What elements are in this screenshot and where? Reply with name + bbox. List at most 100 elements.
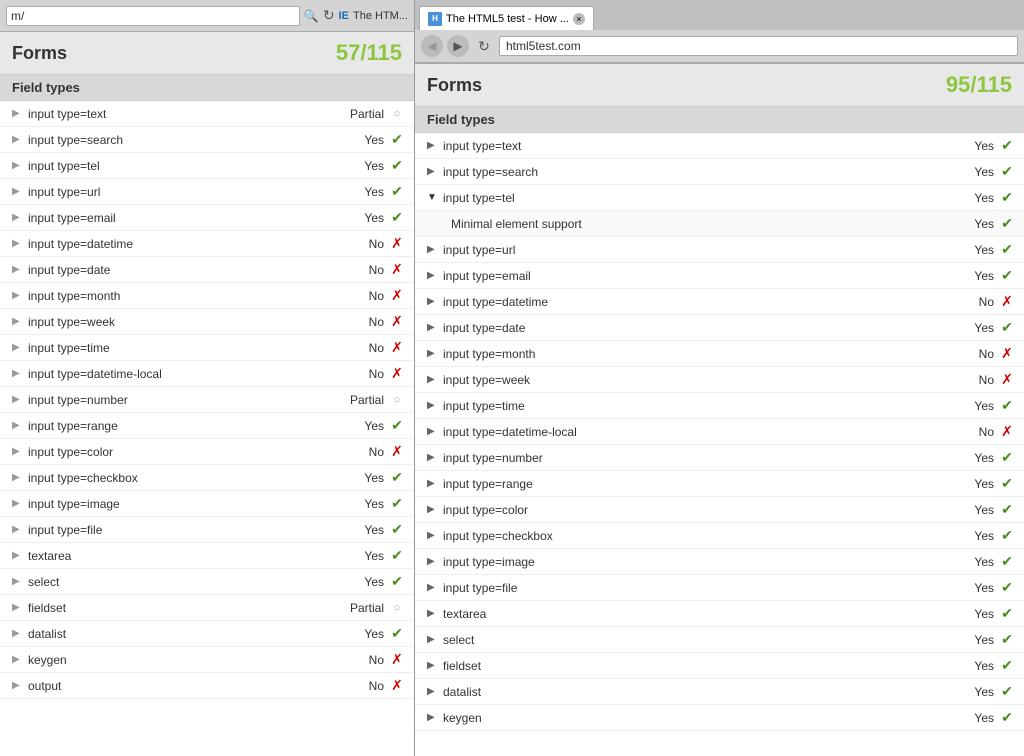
- right-field-row[interactable]: ▶input type=emailYes✔: [415, 263, 1024, 289]
- expand-arrow-icon[interactable]: ▶: [12, 394, 24, 405]
- expand-arrow-icon[interactable]: ▶: [12, 316, 24, 327]
- left-field-row[interactable]: ▶input type=imageYes✔: [0, 491, 414, 517]
- right-field-row[interactable]: ▶input type=urlYes✔: [415, 237, 1024, 263]
- expand-arrow-icon[interactable]: ▶: [427, 478, 439, 489]
- expand-arrow-icon[interactable]: ▶: [427, 530, 439, 541]
- expand-arrow-icon[interactable]: ▶: [427, 426, 439, 437]
- left-field-row[interactable]: ▶fieldsetPartial○: [0, 595, 414, 621]
- right-field-row[interactable]: ▶input type=imageYes✔: [415, 549, 1024, 575]
- expand-arrow-icon[interactable]: ▶: [12, 212, 24, 223]
- expand-arrow-icon[interactable]: ▶: [427, 374, 439, 385]
- expand-arrow-icon[interactable]: ▶: [12, 264, 24, 275]
- right-field-row[interactable]: ▶input type=colorYes✔: [415, 497, 1024, 523]
- left-field-row[interactable]: ▶input type=monthNo✗: [0, 283, 414, 309]
- left-field-row[interactable]: ▶input type=fileYes✔: [0, 517, 414, 543]
- right-field-row[interactable]: ▶keygenYes✔: [415, 705, 1024, 731]
- expand-arrow-icon[interactable]: ▶: [427, 556, 439, 567]
- expand-arrow-icon[interactable]: ▶: [12, 108, 24, 119]
- right-field-row[interactable]: ▶input type=datetimeNo✗: [415, 289, 1024, 315]
- expand-arrow-icon[interactable]: ▶: [12, 654, 24, 665]
- left-field-row[interactable]: ▶textareaYes✔: [0, 543, 414, 569]
- right-field-row[interactable]: ▶input type=monthNo✗: [415, 341, 1024, 367]
- left-field-row[interactable]: ▶input type=dateNo✗: [0, 257, 414, 283]
- expand-arrow-icon[interactable]: ▶: [12, 576, 24, 587]
- field-status-label: No: [369, 289, 384, 303]
- right-field-row[interactable]: ▶selectYes✔: [415, 627, 1024, 653]
- tab-close-button[interactable]: ×: [573, 13, 585, 25]
- expand-arrow-icon[interactable]: ▶: [12, 420, 24, 431]
- back-button[interactable]: ◀: [421, 35, 443, 57]
- expand-arrow-icon[interactable]: ▶: [427, 244, 439, 255]
- left-field-row[interactable]: ▶input type=emailYes✔: [0, 205, 414, 231]
- expand-arrow-icon[interactable]: ▶: [12, 550, 24, 561]
- refresh-button[interactable]: ↻: [473, 35, 495, 57]
- right-field-row[interactable]: ▶input type=checkboxYes✔: [415, 523, 1024, 549]
- expand-arrow-icon[interactable]: ▶: [12, 160, 24, 171]
- left-field-row[interactable]: ▶input type=numberPartial○: [0, 387, 414, 413]
- left-field-row[interactable]: ▶input type=textPartial○: [0, 101, 414, 127]
- left-field-row[interactable]: ▶input type=datetimeNo✗: [0, 231, 414, 257]
- right-field-row[interactable]: ▶input type=dateYes✔: [415, 315, 1024, 341]
- left-field-row[interactable]: ▶input type=rangeYes✔: [0, 413, 414, 439]
- right-field-row[interactable]: ▶input type=timeYes✔: [415, 393, 1024, 419]
- expand-arrow-icon[interactable]: ▶: [12, 602, 24, 613]
- right-field-row[interactable]: ▶input type=numberYes✔: [415, 445, 1024, 471]
- expand-arrow-icon[interactable]: ▶: [12, 680, 24, 691]
- expand-arrow-icon[interactable]: ▶: [427, 634, 439, 645]
- expand-arrow-icon[interactable]: ▶: [12, 524, 24, 535]
- active-tab[interactable]: H The HTML5 test - How ... ×: [419, 6, 594, 30]
- left-field-row[interactable]: ▶datalistYes✔: [0, 621, 414, 647]
- right-field-row[interactable]: ▶fieldsetYes✔: [415, 653, 1024, 679]
- expand-arrow-icon[interactable]: ▶: [427, 348, 439, 359]
- expand-arrow-icon[interactable]: ▶: [427, 270, 439, 281]
- expand-arrow-icon[interactable]: ▶: [427, 582, 439, 593]
- expand-arrow-icon[interactable]: ▶: [427, 322, 439, 333]
- left-reload-icon[interactable]: ↻: [323, 7, 335, 24]
- right-field-row[interactable]: ▶textareaYes✔: [415, 601, 1024, 627]
- left-field-row[interactable]: ▶keygenNo✗: [0, 647, 414, 673]
- right-field-row[interactable]: ▶input type=datetime-localNo✗: [415, 419, 1024, 445]
- left-field-row[interactable]: ▶input type=datetime-localNo✗: [0, 361, 414, 387]
- expand-arrow-icon[interactable]: ▶: [12, 134, 24, 145]
- left-field-row[interactable]: ▶input type=telYes✔: [0, 153, 414, 179]
- right-field-row[interactable]: ▼input type=telYes✔: [415, 185, 1024, 211]
- right-field-row[interactable]: ▶input type=rangeYes✔: [415, 471, 1024, 497]
- expand-arrow-icon[interactable]: ▶: [12, 472, 24, 483]
- right-field-row[interactable]: ▶datalistYes✔: [415, 679, 1024, 705]
- right-field-row[interactable]: ▶input type=searchYes✔: [415, 159, 1024, 185]
- left-field-row[interactable]: ▶input type=colorNo✗: [0, 439, 414, 465]
- left-field-row[interactable]: ▶input type=timeNo✗: [0, 335, 414, 361]
- left-field-row[interactable]: ▶outputNo✗: [0, 673, 414, 699]
- left-field-row[interactable]: ▶input type=urlYes✔: [0, 179, 414, 205]
- expand-arrow-icon[interactable]: ▶: [427, 400, 439, 411]
- expand-arrow-icon[interactable]: ▶: [12, 238, 24, 249]
- right-address-bar[interactable]: html5test.com: [499, 36, 1018, 56]
- expand-arrow-icon[interactable]: ▶: [12, 368, 24, 379]
- expand-arrow-icon[interactable]: ▶: [12, 342, 24, 353]
- expand-arrow-icon[interactable]: ▶: [12, 498, 24, 509]
- left-field-row[interactable]: ▶input type=weekNo✗: [0, 309, 414, 335]
- expand-arrow-icon[interactable]: ▶: [427, 712, 439, 723]
- expand-arrow-icon[interactable]: ▶: [427, 608, 439, 619]
- right-field-row[interactable]: ▶input type=weekNo✗: [415, 367, 1024, 393]
- expand-arrow-icon[interactable]: ▶: [427, 504, 439, 515]
- expand-arrow-icon[interactable]: ▶: [12, 446, 24, 457]
- left-field-row[interactable]: ▶input type=searchYes✔: [0, 127, 414, 153]
- right-field-row[interactable]: ▶input type=fileYes✔: [415, 575, 1024, 601]
- expand-arrow-icon[interactable]: ▶: [12, 290, 24, 301]
- status-icon: ✔: [998, 449, 1016, 466]
- expand-arrow-icon[interactable]: ▶: [427, 296, 439, 307]
- expand-arrow-icon[interactable]: ▶: [12, 628, 24, 639]
- expand-arrow-icon[interactable]: ▶: [427, 686, 439, 697]
- right-field-row[interactable]: ▶input type=textYes✔: [415, 133, 1024, 159]
- left-field-row[interactable]: ▶input type=checkboxYes✔: [0, 465, 414, 491]
- left-address-bar[interactable]: m/: [6, 6, 300, 26]
- expand-arrow-icon[interactable]: ▶: [427, 140, 439, 151]
- forward-button[interactable]: ▶: [447, 35, 469, 57]
- expand-arrow-icon[interactable]: ▶: [427, 660, 439, 671]
- left-field-row[interactable]: ▶selectYes✔: [0, 569, 414, 595]
- expand-arrow-icon[interactable]: ▶: [427, 166, 439, 177]
- expand-arrow-icon[interactable]: ▶: [427, 452, 439, 463]
- expand-arrow-icon[interactable]: ▼: [427, 192, 439, 203]
- expand-arrow-icon[interactable]: ▶: [12, 186, 24, 197]
